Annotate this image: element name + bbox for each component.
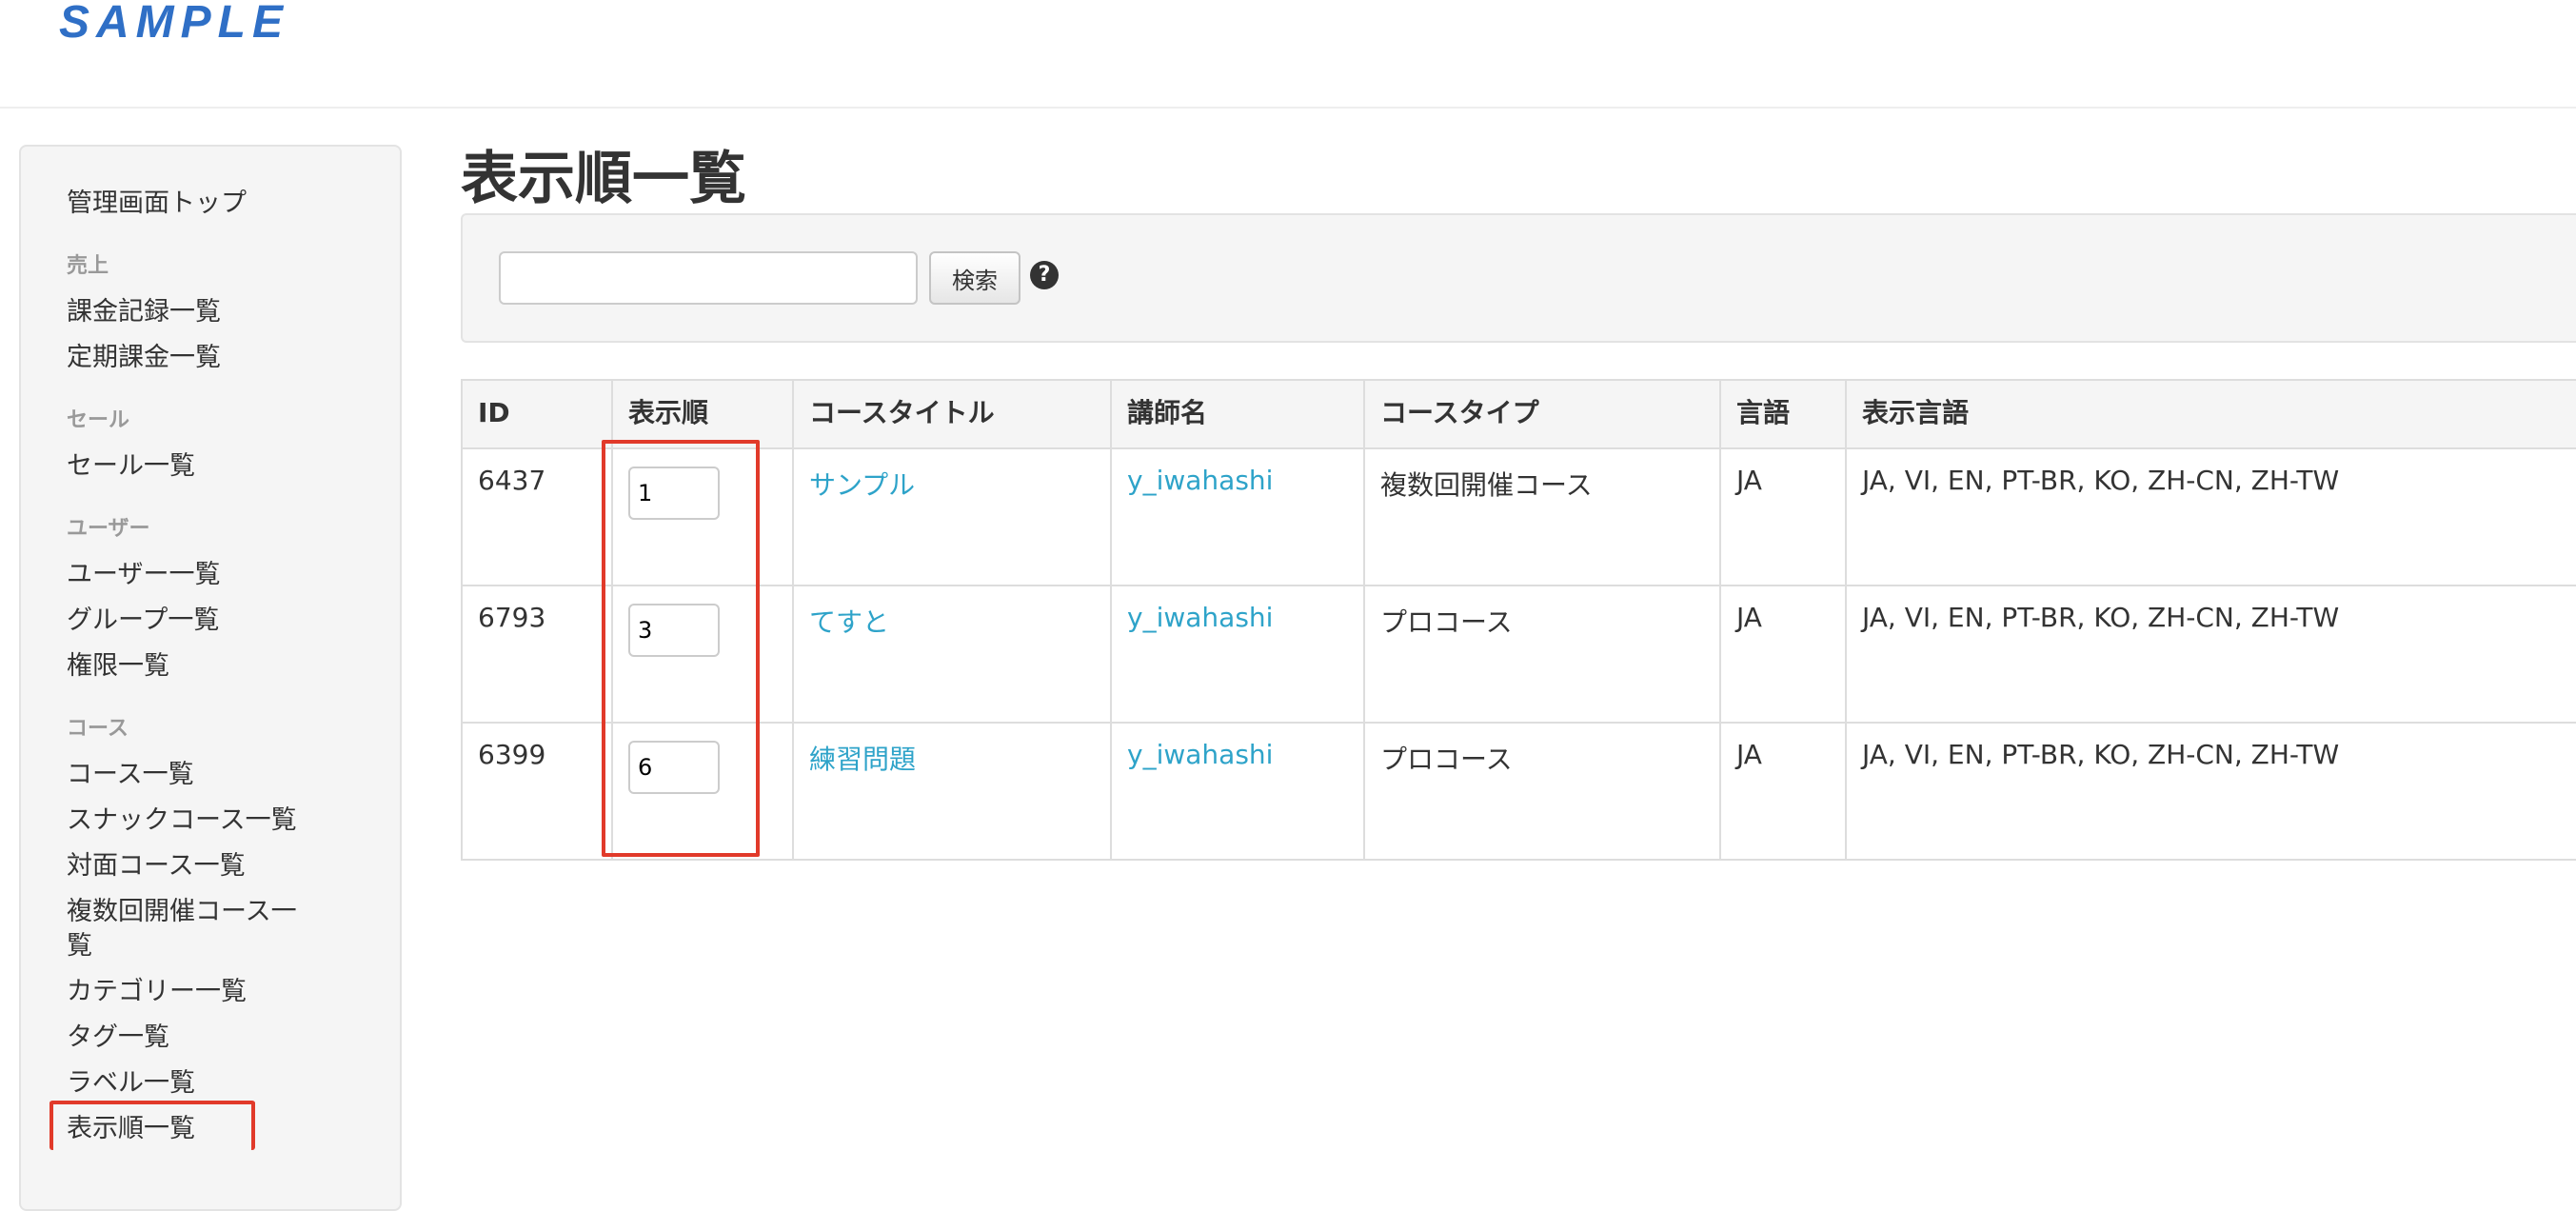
sidebar-item-users[interactable]: ユーザー一覧 <box>67 558 220 592</box>
search-button[interactable]: 検索 <box>929 251 1020 305</box>
course-title-link[interactable]: てすと <box>809 606 889 638</box>
sidebar-item-labels[interactable]: ラベル一覧 <box>67 1066 195 1101</box>
search-panel: 検索 ? <box>461 213 2576 343</box>
sidebar-item-subscriptions[interactable]: 定期課金一覧 <box>67 341 221 375</box>
course-title-link[interactable]: サンプル <box>809 469 915 501</box>
search-input[interactable] <box>499 251 918 305</box>
cell-order <box>611 585 794 724</box>
cell-course-title: てすと <box>792 585 1112 724</box>
cell-language: JA <box>1719 447 1847 586</box>
sidebar-section-users: ユーザー <box>67 517 150 541</box>
cell-course-title: サンプル <box>792 447 1112 586</box>
sidebar-item-in-person-courses[interactable]: 対面コース一覧 <box>67 849 246 883</box>
display-order-table: ID 表示順 コースタイトル 講師名 コースタイプ 言語 表示言語 6437 サ… <box>461 379 2576 861</box>
sidebar-section-sale: セール <box>67 408 130 432</box>
sidebar-item-tags[interactable]: タグ一覧 <box>67 1021 169 1055</box>
order-input[interactable] <box>628 604 720 657</box>
cell-course-title: 練習問題 <box>792 722 1112 861</box>
column-header-instructor: 講師名 <box>1110 379 1365 449</box>
sidebar-section-courses: コース <box>67 717 129 741</box>
order-input[interactable] <box>628 467 720 520</box>
cell-display-languages: JA, VI, EN, PT-BR, KO, ZH-CN, ZH-TW <box>1845 585 2576 724</box>
column-header-display-languages: 表示言語 <box>1845 379 2576 449</box>
cell-language: JA <box>1719 585 1847 724</box>
table-row: 6399 練習問題 y_iwahashi プロコース JA JA, VI, EN… <box>461 722 2576 861</box>
sidebar-item-groups[interactable]: グループ一覧 <box>67 604 219 638</box>
table-row: 6793 てすと y_iwahashi プロコース JA JA, VI, EN,… <box>461 585 2576 724</box>
sidebar-item-multi-session-courses[interactable]: 複数回開催コース一覧 <box>67 895 314 963</box>
column-header-id: ID <box>461 379 613 449</box>
cell-id: 6437 <box>461 447 613 586</box>
sidebar-item-categories[interactable]: カテゴリー一覧 <box>67 975 247 1009</box>
brand-logo[interactable]: SAMPLE <box>59 0 289 49</box>
cell-display-languages: JA, VI, EN, PT-BR, KO, ZH-CN, ZH-TW <box>1845 447 2576 586</box>
cell-course-type: プロコース <box>1363 585 1721 724</box>
instructor-link[interactable]: y_iwahashi <box>1127 739 1273 770</box>
column-header-course-title: コースタイトル <box>792 379 1112 449</box>
sidebar-item-permissions[interactable]: 権限一覧 <box>67 649 169 684</box>
cell-display-languages: JA, VI, EN, PT-BR, KO, ZH-CN, ZH-TW <box>1845 722 2576 861</box>
column-header-course-type: コースタイプ <box>1363 379 1721 449</box>
sidebar-item-sales-list[interactable]: セール一覧 <box>67 449 195 484</box>
cell-id: 6399 <box>461 722 613 861</box>
top-header: SAMPLE <box>0 0 2576 109</box>
sidebar-item-admin-top[interactable]: 管理画面トップ <box>67 187 247 221</box>
course-title-link[interactable]: 練習問題 <box>809 744 916 775</box>
cell-instructor: y_iwahashi <box>1110 585 1365 724</box>
column-header-order: 表示順 <box>611 379 794 449</box>
cell-course-type: 複数回開催コース <box>1363 447 1721 586</box>
cell-language: JA <box>1719 722 1847 861</box>
question-circle-icon[interactable]: ? <box>1030 261 1059 289</box>
page-title: 表示順一覧 <box>461 146 746 212</box>
table-row: 6437 サンプル y_iwahashi 複数回開催コース JA JA, VI,… <box>461 447 2576 586</box>
sidebar-item-billing-records[interactable]: 課金記録一覧 <box>67 295 221 329</box>
cell-order <box>611 722 794 861</box>
cell-id: 6793 <box>461 585 613 724</box>
active-item-highlight <box>50 1101 255 1150</box>
cell-course-type: プロコース <box>1363 722 1721 861</box>
sidebar-section-sales: 売上 <box>67 254 109 278</box>
instructor-link[interactable]: y_iwahashi <box>1127 602 1273 633</box>
instructor-link[interactable]: y_iwahashi <box>1127 465 1273 496</box>
cell-instructor: y_iwahashi <box>1110 722 1365 861</box>
sidebar-item-snack-courses[interactable]: スナックコース一覧 <box>67 804 297 838</box>
cell-order <box>611 447 794 586</box>
cell-instructor: y_iwahashi <box>1110 447 1365 586</box>
sidebar-item-courses[interactable]: コース一覧 <box>67 758 194 792</box>
table-header-row: ID 表示順 コースタイトル 講師名 コースタイプ 言語 表示言語 <box>461 379 2576 449</box>
display-order-table-container: ID 表示順 コースタイトル 講師名 コースタイプ 言語 表示言語 6437 サ… <box>461 379 2576 861</box>
order-input[interactable] <box>628 741 720 794</box>
column-header-language: 言語 <box>1719 379 1847 449</box>
